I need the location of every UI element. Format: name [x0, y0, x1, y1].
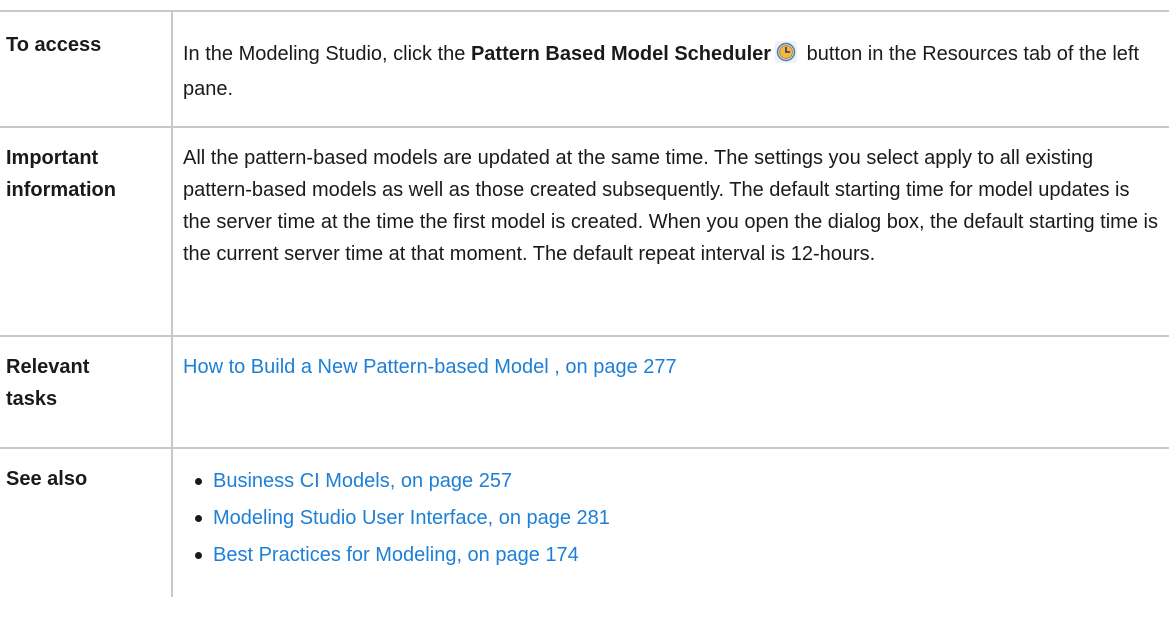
row-label-relevant-tasks: Relevant tasks: [0, 335, 173, 449]
row-relevant-tasks: Relevant tasks How to Build a New Patter…: [0, 335, 1169, 449]
link-modeling-studio-ui[interactable]: Modeling Studio User Interface, on page …: [213, 507, 610, 529]
clock-icon: [775, 41, 798, 73]
list-item: Best Practices for Modeling, on page 174: [183, 537, 1159, 574]
row-content-important-information: All the pattern-based models are updated…: [172, 126, 1169, 337]
link-business-ci-models[interactable]: Business CI Models, on page 257: [213, 470, 512, 492]
row-content-see-also: Business CI Models, on page 257 Modeling…: [172, 447, 1169, 597]
info-table: To access In the Modeling Studio, click …: [0, 10, 1169, 597]
row-label-important-information: Important information: [0, 126, 173, 337]
label-line-1: Important: [6, 147, 99, 169]
row-content-relevant-tasks: How to Build a New Pattern-based Model ,…: [172, 335, 1169, 449]
row-important-information: Important information All the pattern-ba…: [0, 126, 1169, 337]
row-label-see-also: See also: [0, 447, 173, 597]
list-item: Business CI Models, on page 257: [183, 463, 1159, 500]
bullet-icon: [195, 515, 202, 522]
row-content-to-access: In the Modeling Studio, click the Patter…: [172, 10, 1169, 128]
link-best-practices-modeling[interactable]: Best Practices for Modeling, on page 174: [213, 544, 579, 566]
label-line-2: tasks: [6, 388, 58, 410]
access-text-before: In the Modeling Studio, click the: [183, 43, 471, 65]
label-line-2: information: [6, 179, 116, 201]
list-item: Modeling Studio User Interface, on page …: [183, 500, 1159, 537]
row-to-access: To access In the Modeling Studio, click …: [0, 10, 1169, 128]
row-label-to-access: To access: [0, 10, 173, 128]
button-name-bold: Pattern Based Model Scheduler: [470, 43, 772, 65]
label-line-1: Relevant: [6, 356, 90, 378]
see-also-list: Business CI Models, on page 257 Modeling…: [183, 463, 1159, 574]
link-build-pattern-model[interactable]: How to Build a New Pattern-based Model ,…: [183, 356, 677, 378]
bullet-icon: [195, 552, 202, 559]
row-see-also: See also Business CI Models, on page 257…: [0, 447, 1169, 597]
bullet-icon: [195, 478, 202, 485]
